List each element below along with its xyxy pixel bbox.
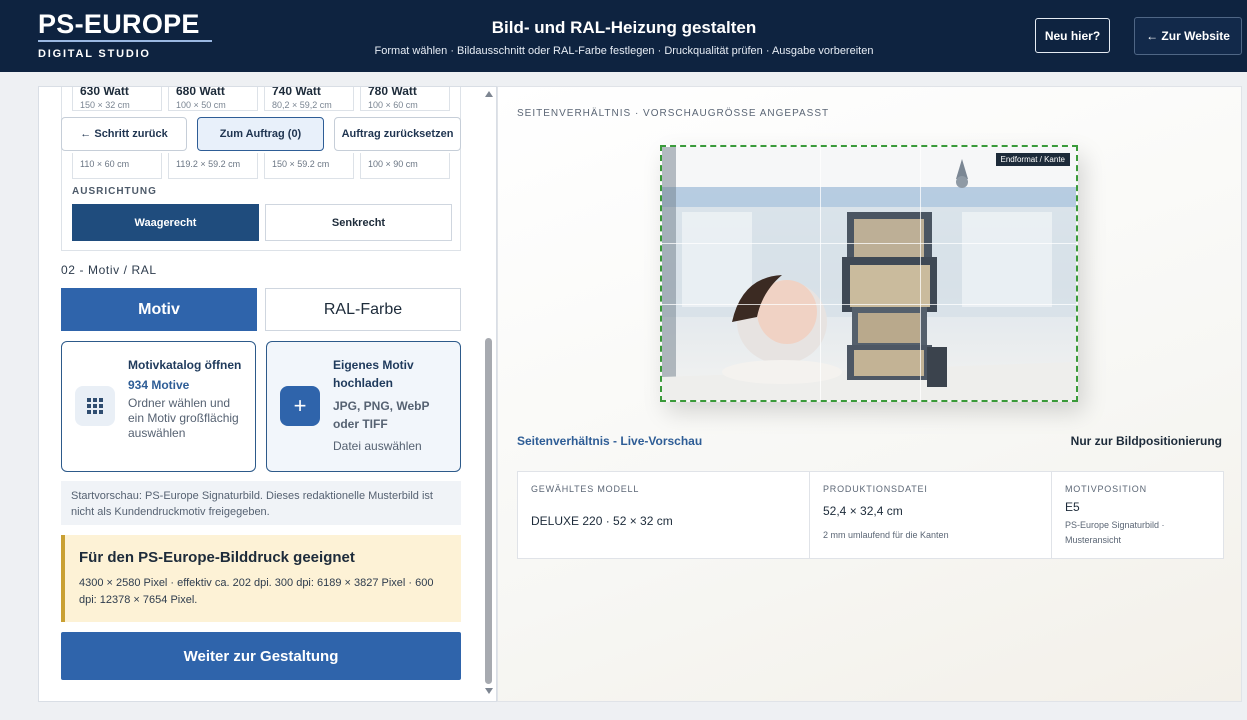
horizontal-button[interactable]: Waagerecht	[72, 204, 259, 241]
step-back-button[interactable]: ← Schritt zurück	[61, 117, 187, 151]
motif-ral-tabs: Motiv RAL-Farbe	[61, 288, 461, 331]
catalog-title: Motivkatalog öffnen	[128, 358, 242, 372]
size-option[interactable]: 119.2 × 59.2 cm	[168, 153, 258, 179]
top-bar: PS-EUROPE DIGITAL STUDIO Bild- und RAL-H…	[0, 0, 1247, 72]
continue-button[interactable]: Weiter zur Gestaltung	[61, 632, 461, 680]
tab-ral[interactable]: RAL-Farbe	[265, 288, 461, 331]
scrollbar-thumb[interactable]	[485, 338, 492, 684]
preview-note: Startvorschau: PS-Europe Signaturbild. D…	[61, 481, 461, 525]
logo-text: PS-EUROPE	[38, 9, 200, 39]
watt-size: 80,2 × 59,2 cm	[272, 100, 332, 110]
upload-title: Eigenes Motiv hochladen	[333, 358, 414, 390]
aspect-label: SEITENVERHÄLTNIS · VORSCHAUGRÖSSE ANGEPA…	[517, 108, 830, 119]
watt-option[interactable]: 780 Watt 100 × 60 cm	[360, 87, 450, 111]
position-heading: MOTIVPOSITION	[1065, 484, 1147, 494]
catalog-card-body: Motivkatalog öffnen 934 Motive Ordner wä…	[128, 356, 247, 441]
positioning-hint: Nur zur Bildpositionierung	[1070, 434, 1222, 448]
page-title: Bild- und RAL-Heizung gestalten	[491, 18, 757, 37]
watt-option[interactable]: 630 Watt 150 × 32 cm	[72, 87, 162, 111]
catalog-card[interactable]: Motivkatalog öffnen 934 Motive Ordner wä…	[61, 341, 256, 472]
model-value: DELUXE 220 · 52 × 32 cm	[531, 514, 673, 528]
trim-badge: Endformat / Kante	[995, 153, 1070, 166]
scroll-down-arrow-icon[interactable]	[485, 688, 493, 694]
watt-option[interactable]: 680 Watt 100 × 50 cm	[168, 87, 258, 111]
watt-size: 100 × 50 cm	[176, 100, 226, 110]
size-option[interactable]: 150 × 59.2 cm	[264, 153, 354, 179]
watt-option[interactable]: 740 Watt 80,2 × 59,2 cm	[264, 87, 354, 111]
model-cell: GEWÄHLTES MODELL DELUXE 220 · 52 × 32 cm	[518, 472, 810, 558]
to-order-button[interactable]: Zum Auftrag (0)	[197, 117, 324, 151]
live-preview-label: Seitenverhältnis - Live-Vorschau	[517, 434, 703, 448]
watt-size: 150 × 32 cm	[80, 100, 130, 110]
grid-line	[820, 147, 821, 400]
reset-order-button[interactable]: Auftrag zurücksetzen	[334, 117, 461, 151]
watt-size: 100 × 60 cm	[368, 100, 418, 110]
position-value: E5	[1065, 500, 1080, 514]
new-here-button[interactable]: Neu hier?	[1035, 18, 1110, 53]
config-panel: 630 Watt 150 × 32 cm 680 Watt 100 × 50 c…	[38, 86, 497, 702]
vertical-button[interactable]: Senkrecht	[265, 204, 452, 241]
file-value: 52,4 × 32,4 cm	[823, 504, 903, 518]
logo[interactable]: PS-EUROPE DIGITAL STUDIO	[38, 10, 213, 60]
size-options: 110 × 60 cm 119.2 × 59.2 cm 150 × 59.2 c…	[72, 153, 450, 179]
watt-value: 780 Watt	[368, 87, 417, 98]
back-to-website-button[interactable]: ← Zur Website	[1134, 17, 1242, 55]
file-heading: PRODUKTIONSDATEI	[823, 484, 928, 494]
options-box-border	[61, 250, 461, 251]
position-note: PS-Europe Signaturbild · Musteransicht	[1065, 520, 1165, 545]
motif-preview[interactable]: Endformat / Kante	[660, 145, 1078, 402]
orientation-label: AUSRICHTUNG	[72, 186, 157, 197]
tab-motiv[interactable]: Motiv	[61, 288, 257, 331]
panel-scrollbar[interactable]	[481, 86, 495, 702]
size-option[interactable]: 100 × 90 cm	[360, 153, 450, 179]
preview-panel: SEITENVERHÄLTNIS · VORSCHAUGRÖSSE ANGEPA…	[497, 86, 1242, 702]
motif-source-cards: Motivkatalog öffnen 934 Motive Ordner wä…	[61, 341, 461, 472]
catalog-desc: Ordner wählen und ein Motiv großflächig …	[128, 396, 239, 440]
grid-icon	[75, 386, 115, 426]
upload-card-body: Eigenes Motiv hochladen JPG, PNG, WebP o…	[333, 356, 452, 454]
section-label: 02 - Motiv / RAL	[61, 263, 157, 277]
upload-card[interactable]: + Eigenes Motiv hochladen JPG, PNG, WebP…	[266, 341, 461, 472]
scroll-up-arrow-icon[interactable]	[485, 91, 493, 97]
orientation-toggle: Waagerecht Senkrecht	[72, 204, 452, 241]
size-option[interactable]: 110 × 60 cm	[72, 153, 162, 179]
step-nav: ← Schritt zurück Zum Auftrag (0) Auftrag…	[61, 117, 461, 151]
grid-line	[920, 147, 921, 400]
file-cell: PRODUKTIONSDATEI 52,4 × 32,4 cm 2 mm uml…	[810, 472, 1052, 558]
quality-title: Für den PS-Europe-Bilddruck geeignet	[79, 549, 355, 566]
file-note: 2 mm umlaufend für die Kanten	[823, 530, 949, 540]
watt-options: 630 Watt 150 × 32 cm 680 Watt 100 × 50 c…	[72, 87, 450, 111]
summary-table: GEWÄHLTES MODELL DELUXE 220 · 52 × 32 cm…	[517, 471, 1224, 559]
options-box-border	[61, 87, 62, 251]
logo-rule	[38, 40, 212, 42]
logo-subtext: DIGITAL STUDIO	[38, 48, 151, 60]
grid-line	[662, 243, 1076, 244]
plus-icon: +	[280, 386, 320, 426]
options-box-border	[460, 87, 461, 251]
header-center: Bild- und RAL-Heizung gestalten Format w…	[350, 18, 898, 57]
catalog-count: 934 Motive	[128, 378, 190, 392]
grid-line	[662, 304, 1076, 305]
upload-desc: Datei auswählen	[333, 439, 422, 453]
watt-value: 680 Watt	[176, 87, 225, 98]
page-subtitle: Format wählen · Bildausschnitt oder RAL-…	[374, 45, 874, 57]
quality-notice: Für den PS-Europe-Bilddruck geeignet 430…	[61, 535, 461, 622]
position-cell: MOTIVPOSITION E5 PS-Europe Signaturbild …	[1052, 472, 1223, 558]
upload-formats: JPG, PNG, WebP oder TIFF	[333, 399, 430, 431]
watt-value: 740 Watt	[272, 87, 321, 98]
quality-text: 4300 × 2580 Pixel · effektiv ca. 202 dpi…	[79, 577, 434, 606]
model-heading: GEWÄHLTES MODELL	[531, 484, 640, 494]
motif-image	[662, 147, 1076, 400]
watt-value: 630 Watt	[80, 87, 129, 98]
